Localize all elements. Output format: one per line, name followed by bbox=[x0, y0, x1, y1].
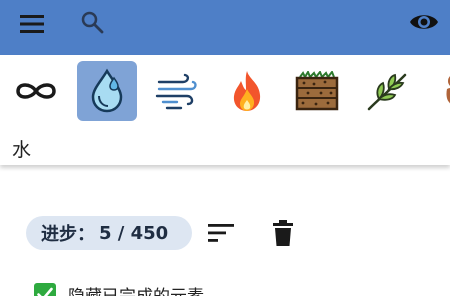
trash-icon bbox=[273, 220, 293, 246]
search-icon bbox=[81, 11, 104, 34]
fire-icon bbox=[233, 71, 261, 111]
progress-label: 进步： bbox=[41, 224, 95, 245]
element-selector-panel: 水 bbox=[0, 55, 450, 165]
element-item-plant[interactable] bbox=[357, 61, 417, 121]
app-bar bbox=[0, 0, 450, 55]
sort-icon bbox=[208, 224, 234, 242]
menu-icon bbox=[20, 15, 44, 33]
infinity-icon bbox=[16, 83, 56, 99]
search-button[interactable] bbox=[78, 8, 106, 36]
hide-completed-checkbox[interactable] bbox=[34, 283, 56, 296]
element-strip[interactable] bbox=[0, 61, 450, 123]
element-item-fire[interactable] bbox=[217, 61, 277, 121]
hide-completed-row: 隐藏已完成的元素 bbox=[34, 282, 204, 296]
earth-soil-icon bbox=[295, 71, 339, 111]
progress-value: 5 / 450 bbox=[99, 222, 169, 244]
element-item-wind[interactable] bbox=[147, 61, 207, 121]
toggle-visibility-button[interactable] bbox=[408, 8, 440, 36]
partial-element-icon bbox=[446, 76, 450, 104]
wind-icon bbox=[155, 73, 197, 110]
menu-button[interactable] bbox=[18, 10, 46, 38]
plant-icon bbox=[367, 73, 407, 111]
progress-row: 进步： 5 / 450 bbox=[26, 216, 446, 252]
sort-button[interactable] bbox=[206, 220, 236, 246]
element-item-water[interactable] bbox=[77, 61, 137, 121]
eye-icon bbox=[410, 15, 438, 29]
delete-button[interactable] bbox=[268, 218, 298, 248]
hide-completed-label: 隐藏已完成的元素 bbox=[68, 282, 204, 296]
element-item-more[interactable] bbox=[427, 61, 450, 121]
element-item-earth[interactable] bbox=[287, 61, 347, 121]
water-drop-icon bbox=[91, 68, 123, 113]
checkmark-icon bbox=[37, 287, 53, 296]
selected-element-name: 水 bbox=[12, 139, 32, 161]
progress-indicator: 进步： 5 / 450 bbox=[26, 216, 192, 250]
element-item-infinity[interactable] bbox=[6, 61, 66, 121]
